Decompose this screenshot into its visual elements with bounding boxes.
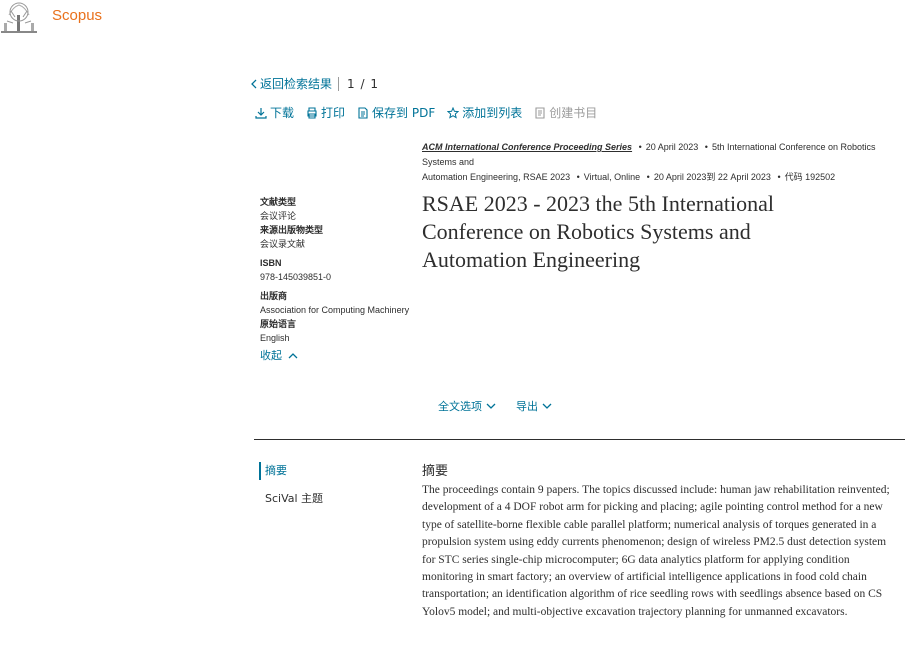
result-pager: 1 / 1 <box>347 76 379 91</box>
create-bibliography-label: 创建书目 <box>549 106 598 120</box>
save-pdf-button[interactable]: 保存到 PDF <box>357 104 435 121</box>
nav-scival-topics[interactable]: SciVal 主题 <box>259 490 323 506</box>
export-label: 导出 <box>516 400 538 413</box>
result-navigation: 返回检索结果 1 / 1 <box>250 75 379 92</box>
export-dropdown[interactable]: 导出 <box>516 398 552 414</box>
language-label: 原始语言 <box>260 319 297 329</box>
collapse-details-button[interactable]: 收起 <box>260 347 420 363</box>
isbn-value: 978-145039851-0 <box>260 272 332 282</box>
print-button[interactable]: 打印 <box>306 104 345 121</box>
document-details: 文献类型 会议评论 来源出版物类型 会议录文献 ISBN 978-1450398… <box>260 196 420 363</box>
conference-dates: 20 April 2023到 22 April 2023 <box>653 172 771 182</box>
chevron-up-icon <box>288 352 298 358</box>
back-to-results-label: 返回检索结果 <box>260 77 333 91</box>
publisher-value: Association for Computing Machinery <box>260 305 410 315</box>
download-icon <box>255 107 267 119</box>
scopus-brand[interactable]: Scopus <box>52 7 102 24</box>
chevron-left-icon <box>251 79 257 88</box>
conference-location: Virtual, Online <box>583 172 641 182</box>
add-to-list-button[interactable]: 添加到列表 <box>447 104 522 121</box>
source-metadata: ACM International Conference Proceeding … <box>422 142 876 182</box>
publisher-label: 出版商 <box>260 291 288 301</box>
doc-type-value: 会议评论 <box>260 211 297 221</box>
download-label: 下载 <box>270 106 295 120</box>
bibliography-icon <box>535 106 545 119</box>
nav-abstract[interactable]: 摘要 <box>259 462 323 480</box>
doc-type-label: 文献类型 <box>260 197 297 207</box>
divider <box>338 76 340 91</box>
print-label: 打印 <box>321 106 346 120</box>
chevron-down-icon <box>486 403 496 409</box>
source-type-value: 会议录文献 <box>260 239 306 249</box>
download-button[interactable]: 下载 <box>255 104 294 121</box>
star-icon <box>447 106 460 119</box>
document-title: RSAE 2023 - 2023 the 5th International C… <box>422 191 774 272</box>
pdf-icon <box>358 106 368 119</box>
section-nav: 摘要 SciVal 主题 <box>259 462 323 506</box>
back-to-results-link[interactable]: 返回检索结果 <box>250 75 332 92</box>
abstract-heading: 摘要 <box>422 464 449 479</box>
elsevier-logo-icon[interactable] <box>1 1 37 34</box>
full-text-options-label: 全文选项 <box>438 400 482 413</box>
abstract-text: The proceedings contain 9 papers. The to… <box>422 484 890 618</box>
language-value: English <box>260 333 290 343</box>
collapse-label: 收起 <box>260 350 282 362</box>
full-text-options-dropdown[interactable]: 全文选项 <box>438 398 496 414</box>
document-tools: 全文选项 导出 <box>438 398 552 414</box>
conference-name-2: Automation Engineering, RSAE 2023 <box>422 172 571 182</box>
chevron-down-icon <box>542 403 552 409</box>
conference-code: 代码 192502 <box>784 172 836 182</box>
publication-date: 20 April 2023 <box>645 142 699 152</box>
document-actions: 下载 打印 保存到 PDF 添加到列表 创建书目 <box>255 104 597 121</box>
source-type-label: 来源出版物类型 <box>260 225 324 235</box>
create-bibliography-button[interactable]: 创建书目 <box>534 104 597 121</box>
save-pdf-label: 保存到 PDF <box>372 106 436 120</box>
add-to-list-label: 添加到列表 <box>462 106 523 120</box>
isbn-label: ISBN <box>260 258 282 268</box>
series-link[interactable]: ACM International Conference Proceeding … <box>422 142 632 152</box>
section-divider <box>254 439 905 440</box>
print-icon <box>307 106 317 119</box>
